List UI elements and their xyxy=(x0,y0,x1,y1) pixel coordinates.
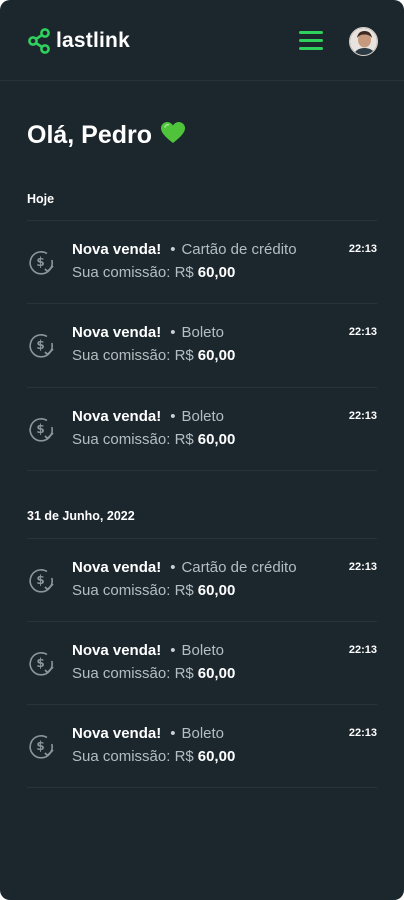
hamburger-menu-icon[interactable] xyxy=(297,29,325,53)
payment-method: Cartão de crédito xyxy=(181,559,297,576)
item-time: 22:13 xyxy=(348,727,377,739)
money-check-icon: $ xyxy=(27,732,55,760)
list-item[interactable]: $ Nova venda! • Boleto Sua comissão: R$ 60,… xyxy=(27,304,377,387)
currency: R$ xyxy=(174,665,194,682)
item-time: 22:13 xyxy=(348,326,377,338)
payment-method: Boleto xyxy=(181,324,225,341)
payment-method: Boleto xyxy=(181,725,225,742)
item-time: 22:13 xyxy=(348,644,377,656)
list-item[interactable]: $ Nova venda! • Boleto Sua comissão: R$ 60,… xyxy=(27,705,377,788)
svg-text:$: $ xyxy=(36,739,44,753)
money-check-icon: $ xyxy=(27,415,55,443)
item-title: Nova venda! xyxy=(72,324,162,341)
svg-text:$: $ xyxy=(36,656,44,670)
logo[interactable]: lastlink xyxy=(27,26,130,56)
currency: R$ xyxy=(174,347,194,364)
commission-amount: 60,00 xyxy=(197,431,236,448)
commission-amount: 60,00 xyxy=(197,264,236,281)
commission-label: Sua comissão: xyxy=(72,748,171,765)
logo-text: lastlink xyxy=(56,29,130,52)
user-avatar-icon xyxy=(350,28,377,55)
commission-amount: 60,00 xyxy=(197,347,236,364)
green-heart-icon xyxy=(160,121,186,150)
commission-label: Sua comissão: xyxy=(72,347,171,364)
item-title: Nova venda! xyxy=(72,408,162,425)
list-item[interactable]: $ Nova venda! • Boleto Sua comissão: R$ 60,… xyxy=(27,622,377,705)
payment-method: Boleto xyxy=(181,642,225,659)
currency: R$ xyxy=(174,748,194,765)
greeting: Olá, Pedro xyxy=(27,118,186,152)
commission-label: Sua comissão: xyxy=(72,582,171,599)
money-check-icon: $ xyxy=(27,248,55,276)
item-title: Nova venda! xyxy=(72,241,162,258)
currency: R$ xyxy=(174,264,194,281)
avatar[interactable] xyxy=(349,27,378,56)
currency: R$ xyxy=(174,582,194,599)
divider xyxy=(27,787,377,788)
separator-dot: • xyxy=(170,725,176,742)
separator-dot: • xyxy=(170,559,176,576)
svg-text:$: $ xyxy=(36,573,44,587)
commission-label: Sua comissão: xyxy=(72,264,171,281)
commission-amount: 60,00 xyxy=(197,748,236,765)
item-time: 22:13 xyxy=(348,561,377,573)
separator-dot: • xyxy=(170,324,176,341)
item-title: Nova venda! xyxy=(72,642,162,659)
currency: R$ xyxy=(174,431,194,448)
item-time: 22:13 xyxy=(348,410,377,422)
item-title: Nova venda! xyxy=(72,725,162,742)
money-check-icon: $ xyxy=(27,331,55,359)
money-check-icon: $ xyxy=(27,566,55,594)
payment-method: Cartão de crédito xyxy=(181,241,297,258)
separator-dot: • xyxy=(170,642,176,659)
section-label-date: 31 de Junho, 2022 xyxy=(27,509,135,523)
commission-amount: 60,00 xyxy=(197,582,236,599)
divider xyxy=(27,470,377,471)
commission-amount: 60,00 xyxy=(197,665,236,682)
svg-text:$: $ xyxy=(36,338,44,352)
payment-method: Boleto xyxy=(181,408,225,425)
top-bar: lastlink xyxy=(0,0,404,81)
separator-dot: • xyxy=(170,241,176,258)
svg-text:$: $ xyxy=(36,422,44,436)
greeting-text: Olá, Pedro xyxy=(27,120,153,149)
commission-label: Sua comissão: xyxy=(72,431,171,448)
list-item[interactable]: $ Nova venda! • Boleto Sua comissão: R$ 60,… xyxy=(27,388,377,471)
svg-text:$: $ xyxy=(36,255,44,269)
item-title: Nova venda! xyxy=(72,559,162,576)
separator-dot: • xyxy=(170,408,176,425)
lastlink-logo-icon xyxy=(28,28,50,54)
list-item[interactable]: $ Nova venda! • Cartão de crédito Sua comi… xyxy=(27,221,377,304)
section-label-today: Hoje xyxy=(27,192,55,206)
item-time: 22:13 xyxy=(348,243,377,255)
money-check-icon: $ xyxy=(27,649,55,677)
commission-label: Sua comissão: xyxy=(72,665,171,682)
list-item[interactable]: $ Nova venda! • Cartão de crédito Sua comi… xyxy=(27,539,377,622)
app-screen: lastlink Olá, Pedro Hoje $ Nova venda! •… xyxy=(0,0,404,900)
